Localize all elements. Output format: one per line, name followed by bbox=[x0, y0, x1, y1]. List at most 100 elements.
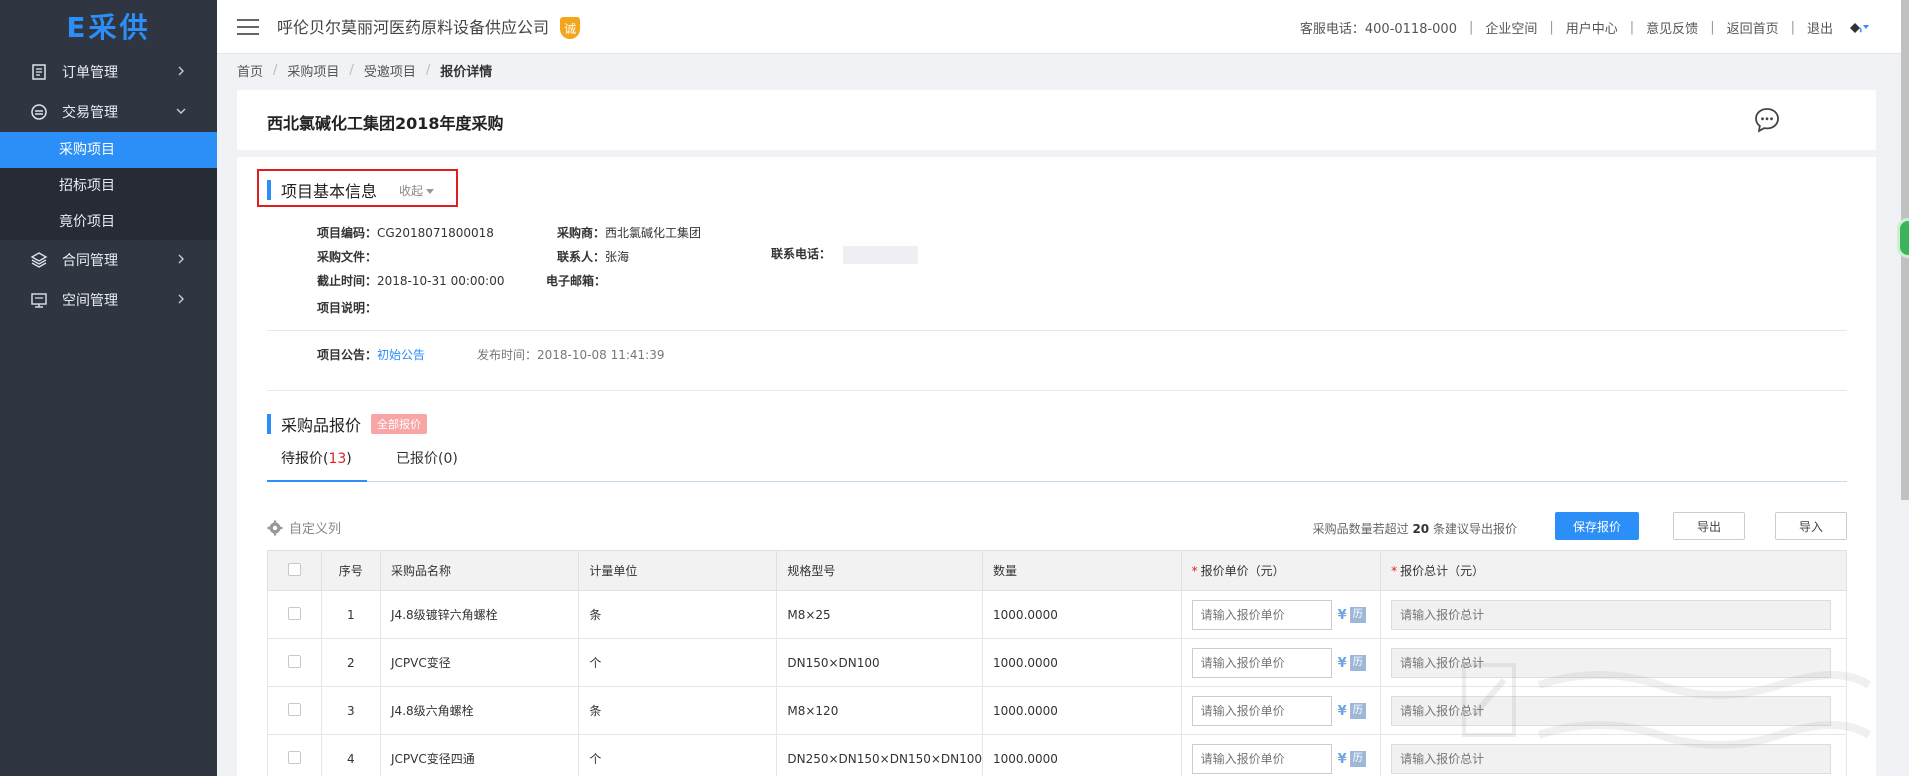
sidebar-item-contracts[interactable]: 合同管理 bbox=[0, 240, 217, 280]
row-spec: DN150×DN100 bbox=[776, 638, 984, 687]
buyer-label: 采购商： bbox=[557, 226, 606, 240]
row-no: 3 bbox=[320, 686, 382, 735]
gear-icon bbox=[267, 520, 283, 535]
initial-notice-link[interactable]: 初始公告 bbox=[377, 348, 425, 362]
company-name: 呼伦贝尔莫丽河医药原料设备供应公司 诚 bbox=[277, 14, 581, 40]
col-header: 规格型号 bbox=[776, 550, 984, 591]
contact-phone-redacted bbox=[843, 245, 919, 264]
contact-label: 联系人： bbox=[557, 250, 606, 264]
topbar: 呼伦贝尔莫丽河医药原料设备供应公司 诚 客服电话：400-0118-000 | … bbox=[217, 0, 1909, 54]
all-quote-tag[interactable]: 全部报价 bbox=[371, 414, 428, 434]
deadline-label: 截止时间： bbox=[317, 274, 378, 288]
service-phone: 客服电话：400-0118-000 bbox=[1299, 21, 1457, 37]
row-no: 4 bbox=[320, 734, 382, 776]
col-header: 序号 bbox=[320, 550, 382, 591]
currency-icon[interactable]: ¥ bbox=[1338, 752, 1347, 767]
unit-price-input[interactable] bbox=[1191, 599, 1332, 630]
contact: 联系人：张海 bbox=[557, 248, 629, 265]
breadcrumb-procurement[interactable]: 采购项目 bbox=[287, 61, 339, 80]
breadcrumb-invited[interactable]: 受邀项目 bbox=[364, 61, 416, 80]
integrity-badge-icon: 诚 bbox=[560, 17, 581, 40]
row-checkbox[interactable] bbox=[287, 702, 301, 716]
currency-icon[interactable]: ¥ bbox=[1338, 656, 1347, 671]
export-button[interactable]: 导出 bbox=[1673, 512, 1745, 540]
row-name: J4.8级镀锌六角螺栓 bbox=[380, 590, 580, 639]
total-price-input[interactable] bbox=[1391, 599, 1832, 630]
total-price-input[interactable] bbox=[1391, 743, 1832, 774]
tab-quoted[interactable]: 已报价(0) bbox=[382, 444, 472, 482]
table-row: 2 JCPVC变径 个 DN150×DN100 1000.0000 ¥历 bbox=[267, 638, 1847, 687]
sidebar-item-trade[interactable]: 交易管理 bbox=[0, 92, 217, 132]
custom-columns-button[interactable]: 自定义列 bbox=[267, 518, 341, 537]
select-all-cell bbox=[267, 550, 322, 591]
history-icon[interactable]: 历 bbox=[1349, 751, 1366, 767]
history-icon[interactable]: 历 bbox=[1349, 607, 1366, 623]
row-spec: DN250×DN150×DN150×DN100 bbox=[776, 734, 984, 776]
row-checkbox[interactable] bbox=[287, 606, 301, 620]
sidebar-item-label: 空间管理 bbox=[62, 293, 118, 309]
collapse-toggle[interactable]: 收起 bbox=[399, 182, 435, 199]
currency-icon[interactable]: ¥ bbox=[1338, 704, 1347, 719]
collapse-label: 收起 bbox=[399, 183, 424, 198]
buyer: 采购商：西北氯碱化工集团 bbox=[557, 224, 701, 241]
enterprise-space-link[interactable]: 企业空间 bbox=[1485, 18, 1537, 37]
total-price-input[interactable] bbox=[1391, 647, 1832, 678]
history-icon[interactable]: 历 bbox=[1349, 655, 1366, 671]
user-center-link[interactable]: 用户中心 bbox=[1566, 18, 1618, 37]
export-hint-suffix: 条建议导出报价 bbox=[1432, 522, 1517, 536]
unit-price-input[interactable] bbox=[1191, 695, 1332, 726]
logo[interactable]: E采供 bbox=[0, 0, 217, 52]
col-header-label: 报价单价（元） bbox=[1200, 564, 1285, 578]
sidebar-subitem-bidding[interactable]: 竟价项目 bbox=[0, 204, 217, 240]
top-links: 客服电话：400-0118-000 | 企业空间 | 用户中心 | 意见反馈 |… bbox=[1300, 0, 1871, 54]
contact-phone-label: 联系电话： bbox=[771, 247, 832, 261]
tab-pending[interactable]: 待报价(13) bbox=[267, 444, 367, 482]
theme-paint-icon[interactable] bbox=[1847, 19, 1871, 35]
row-checkbox[interactable] bbox=[287, 750, 301, 764]
sidebar-item-label: 交易管理 bbox=[62, 105, 118, 121]
hamburger-menu-icon[interactable] bbox=[237, 18, 259, 35]
divider bbox=[267, 330, 1847, 331]
history-icon[interactable]: 历 bbox=[1349, 703, 1366, 719]
basic-info-header: 项目基本信息 收起 bbox=[267, 178, 435, 202]
sidebar-item-space[interactable]: 空间管理 bbox=[0, 280, 217, 320]
quote-tabs: 待报价(13) 已报价(0) bbox=[267, 444, 1847, 482]
row-name: JCPVC变径四通 bbox=[380, 734, 580, 776]
buyer-value: 西北氯碱化工集团 bbox=[605, 226, 702, 240]
project-code-label: 项目编码： bbox=[317, 226, 378, 240]
chevron-right-icon bbox=[178, 66, 184, 76]
sidebar-subitem-procurement[interactable]: 采购项目 bbox=[0, 132, 217, 168]
project-notice: 项目公告：初始公告 bbox=[317, 346, 425, 363]
document-list-icon bbox=[30, 63, 48, 81]
currency-icon[interactable]: ¥ bbox=[1338, 608, 1347, 623]
logout-link[interactable]: 退出 bbox=[1807, 18, 1833, 37]
row-checkbox[interactable] bbox=[287, 654, 301, 668]
contact-phone: 联系电话： bbox=[771, 245, 919, 264]
unit-price-input[interactable] bbox=[1191, 743, 1332, 774]
import-button[interactable]: 导入 bbox=[1775, 512, 1847, 540]
select-all-checkbox[interactable] bbox=[287, 562, 301, 576]
unit-price-input[interactable] bbox=[1191, 647, 1332, 678]
floating-service-icon[interactable] bbox=[1897, 218, 1909, 258]
chat-bubble-icon[interactable] bbox=[1753, 106, 1781, 134]
table-header-row: 序号 采购品名称 计量单位 规格型号 数量 * 报价单价（元） * 报价总计（元） bbox=[267, 550, 1847, 591]
row-unit: 条 bbox=[578, 686, 778, 735]
minus-circle-icon bbox=[30, 103, 48, 121]
basic-info-title: 项目基本信息 bbox=[281, 182, 378, 201]
col-header-label: 报价总计（元） bbox=[1400, 564, 1485, 578]
sidebar-subitem-tender[interactable]: 招标项目 bbox=[0, 168, 217, 204]
home-link[interactable]: 返回首页 bbox=[1727, 18, 1779, 37]
sidebar-item-label: 合同管理 bbox=[62, 253, 118, 269]
sidebar-item-label: 订单管理 bbox=[62, 65, 118, 81]
deadline-value: 2018-10-31 00:00:00 bbox=[377, 274, 505, 288]
total-price-input[interactable] bbox=[1391, 695, 1832, 726]
project-code: 项目编码：CG2018071800018 bbox=[317, 224, 494, 241]
feedback-link[interactable]: 意见反馈 bbox=[1646, 18, 1698, 37]
save-quote-button[interactable]: 保存报价 bbox=[1555, 512, 1639, 540]
row-unit: 个 bbox=[578, 734, 778, 776]
breadcrumb-home[interactable]: 首页 bbox=[237, 61, 263, 80]
col-header: 计量单位 bbox=[578, 550, 778, 591]
export-hint: 采购品数量若超过 20 条建议导出报价 bbox=[1313, 520, 1517, 537]
sidebar-item-orders[interactable]: 订单管理 bbox=[0, 52, 217, 92]
export-hint-number: 20 bbox=[1412, 522, 1430, 536]
